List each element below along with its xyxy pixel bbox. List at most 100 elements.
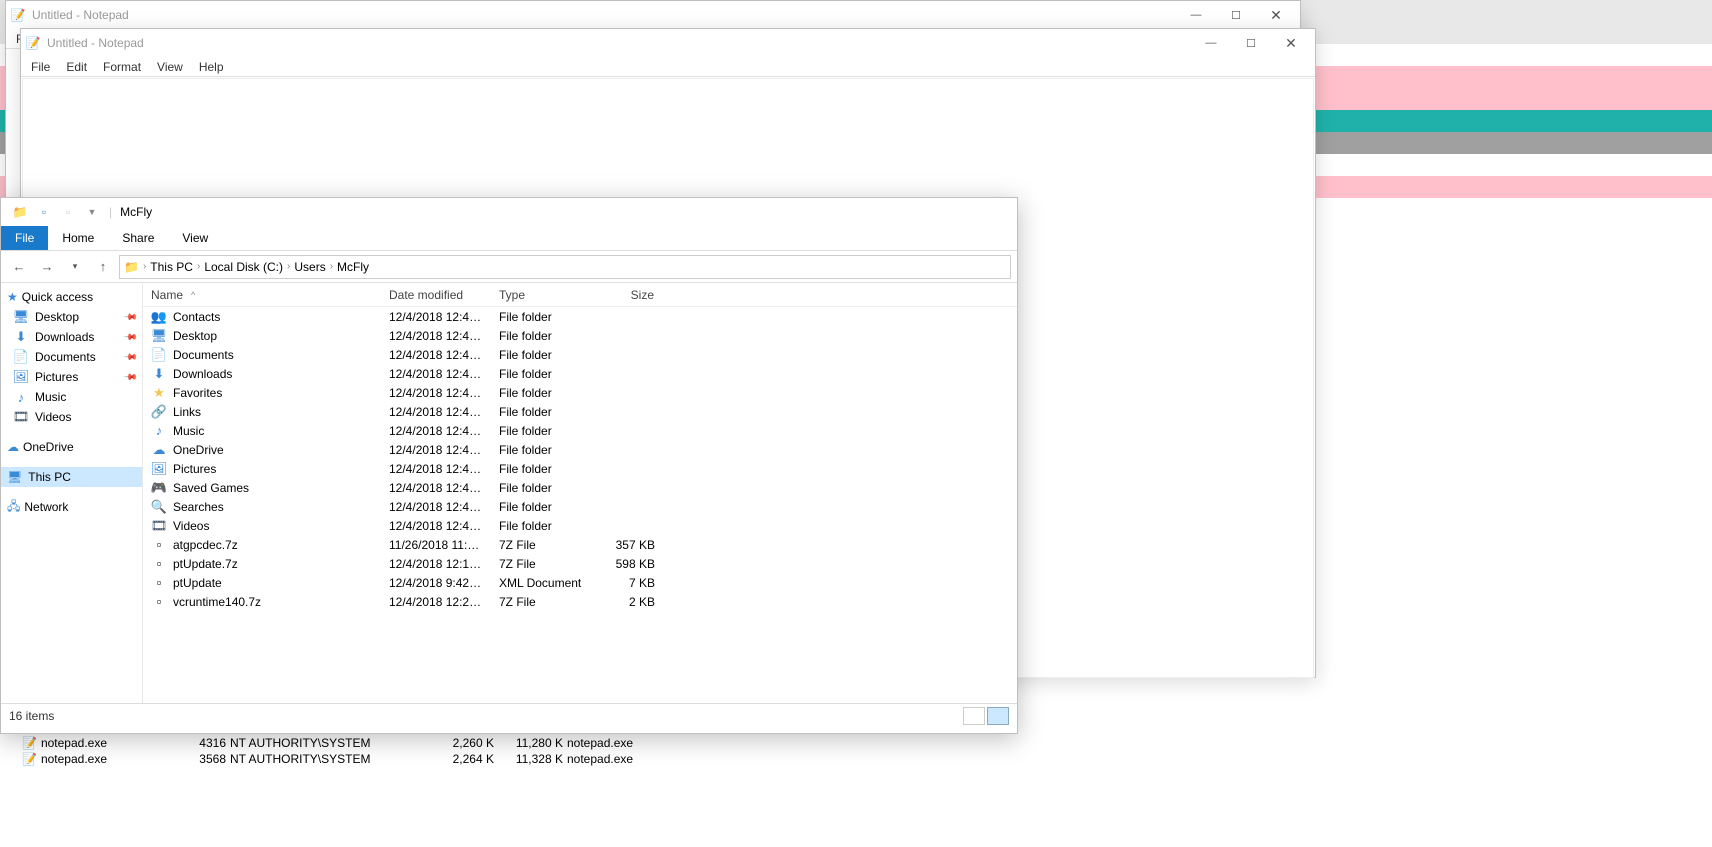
col-type[interactable]: Type	[491, 288, 593, 302]
crumb-mcfly[interactable]: McFly	[337, 260, 369, 274]
proc-pid: 4316	[186, 736, 226, 750]
file-row[interactable]: 🔗Links12/4/2018 12:47 AMFile folder	[143, 402, 1017, 421]
file-date: 12/4/2018 12:47 AM	[381, 405, 491, 419]
file-name: OneDrive	[173, 443, 224, 457]
pin-icon: 📌	[123, 329, 139, 345]
file-icon: ▫	[151, 594, 167, 610]
file-date: 12/4/2018 9:42 AM	[381, 576, 491, 590]
file-row[interactable]: ▫atgpcdec.7z11/26/2018 11:26 …7Z File357…	[143, 535, 1017, 554]
file-row[interactable]: ♪Music12/4/2018 12:47 AMFile folder	[143, 421, 1017, 440]
file-date: 12/4/2018 12:47 AM	[381, 386, 491, 400]
chevron-right-icon[interactable]: ›	[287, 261, 290, 272]
file-row[interactable]: 👥Contacts12/4/2018 12:47 AMFile folder	[143, 307, 1017, 326]
tab-view[interactable]: View	[168, 226, 222, 250]
file-row[interactable]: ▫ptUpdate.7z12/4/2018 12:19 AM7Z File598…	[143, 554, 1017, 573]
qat-newfolder-icon[interactable]: ▫	[57, 201, 79, 223]
file-row[interactable]: 🎮Saved Games12/4/2018 12:47 AMFile folde…	[143, 478, 1017, 497]
file-type: File folder	[491, 329, 593, 343]
chevron-right-icon[interactable]: ›	[197, 261, 200, 272]
file-row[interactable]: 🔍Searches12/4/2018 12:47 AMFile folder	[143, 497, 1017, 516]
nav-item-videos[interactable]: 🎞Videos	[1, 407, 142, 427]
file-icon: 🎮	[151, 480, 167, 496]
menu-edit[interactable]: Edit	[58, 58, 95, 76]
view-details-button[interactable]	[963, 707, 985, 725]
pictures-icon: 🖼	[13, 369, 29, 385]
file-list[interactable]: Name^ Date modified Type Size 👥Contacts1…	[143, 283, 1017, 703]
file-row[interactable]: ▫ptUpdate12/4/2018 9:42 AMXML Document7 …	[143, 573, 1017, 592]
back-button[interactable]: ←	[7, 255, 31, 279]
crumb-thispc[interactable]: This PC	[150, 260, 193, 274]
file-type: 7Z File	[491, 595, 593, 609]
tab-share[interactable]: Share	[108, 226, 168, 250]
crumb-users[interactable]: Users	[294, 260, 325, 274]
file-row[interactable]: 🖼Pictures12/4/2018 12:47 AMFile folder	[143, 459, 1017, 478]
folder-icon[interactable]: 📁	[9, 201, 31, 223]
recent-button[interactable]: ▾	[63, 255, 87, 279]
forward-button[interactable]: →	[35, 255, 59, 279]
nav-pane[interactable]: ★ Quick access 🖥Desktop📌⬇Downloads📌📄Docu…	[1, 283, 143, 703]
titlebar[interactable]: 📝 Untitled - Notepad — ☐ ✕	[6, 1, 1300, 29]
titlebar[interactable]: 📝 Untitled - Notepad — ☐ ✕	[21, 29, 1315, 57]
status-bar: 16 items	[1, 703, 1017, 727]
network-icon: 🖧	[7, 497, 20, 518]
process-list-fragment: 📝notepad.exe4316NT AUTHORITY\SYSTEM2,260…	[2, 735, 702, 767]
col-name[interactable]: Name^	[143, 288, 381, 302]
sort-indicator-icon: ^	[191, 290, 195, 300]
chevron-right-icon[interactable]: ›	[330, 261, 333, 272]
pin-icon: 📌	[123, 309, 139, 325]
breadcrumb[interactable]: 📁 › This PC › Local Disk (C:) › Users › …	[119, 255, 1011, 279]
proc-mem2: 11,328 K	[498, 752, 563, 766]
file-row[interactable]: ⬇Downloads12/4/2018 12:47 AMFile folder	[143, 364, 1017, 383]
file-icon: 🖼	[151, 461, 167, 477]
file-type: 7Z File	[491, 538, 593, 552]
file-row[interactable]: 🎞Videos12/4/2018 12:47 AMFile folder	[143, 516, 1017, 535]
proc-name: notepad.exe	[41, 752, 107, 766]
col-date[interactable]: Date modified	[381, 288, 491, 302]
nav-network[interactable]: 🖧 Network	[1, 497, 142, 517]
file-icon: 🔍	[151, 499, 167, 515]
process-row[interactable]: 📝notepad.exe4316NT AUTHORITY\SYSTEM2,260…	[2, 735, 702, 751]
nav-quick-access[interactable]: ★ Quick access	[1, 287, 142, 307]
nav-item-documents[interactable]: 📄Documents📌	[1, 347, 142, 367]
file-date: 12/4/2018 12:22 AM	[381, 595, 491, 609]
file-name: Searches	[173, 500, 224, 514]
file-row[interactable]: ☁OneDrive12/4/2018 12:48 AMFile folder	[143, 440, 1017, 459]
menu-format[interactable]: Format	[95, 58, 149, 76]
titlebar[interactable]: 📁 ▫ ▫ ▼ | McFly	[1, 198, 1017, 226]
nav-this-pc[interactable]: 🖥 This PC	[1, 467, 142, 487]
up-button[interactable]: ↑	[91, 255, 115, 279]
nav-item-music[interactable]: ♪Music	[1, 387, 142, 407]
maximize-button[interactable]: ☐	[1216, 1, 1256, 29]
file-row[interactable]: ▫vcruntime140.7z12/4/2018 12:22 AM7Z Fil…	[143, 592, 1017, 611]
nav-label: Pictures	[35, 370, 78, 384]
col-size[interactable]: Size	[593, 288, 663, 302]
file-row[interactable]: ★Favorites12/4/2018 12:47 AMFile folder	[143, 383, 1017, 402]
file-type: File folder	[491, 462, 593, 476]
qat-dropdown-icon[interactable]: ▼	[81, 201, 103, 223]
maximize-button[interactable]: ☐	[1231, 29, 1271, 57]
tab-file[interactable]: File	[1, 226, 48, 250]
nav-item-desktop[interactable]: 🖥Desktop📌	[1, 307, 142, 327]
minimize-button[interactable]: —	[1191, 29, 1231, 57]
file-icon: ▫	[151, 575, 167, 591]
nav-onedrive[interactable]: ☁ OneDrive	[1, 437, 142, 457]
menu-file[interactable]: File	[23, 58, 58, 76]
close-button[interactable]: ✕	[1256, 1, 1296, 29]
menu-help[interactable]: Help	[191, 58, 232, 76]
qat-properties-icon[interactable]: ▫	[33, 201, 55, 223]
file-name: ptUpdate	[173, 576, 222, 590]
tab-home[interactable]: Home	[48, 226, 108, 250]
chevron-right-icon[interactable]: ›	[143, 261, 146, 272]
close-button[interactable]: ✕	[1271, 29, 1311, 57]
file-row[interactable]: 🖥Desktop12/4/2018 12:47 AMFile folder	[143, 326, 1017, 345]
file-icon: ▫	[151, 537, 167, 553]
process-row[interactable]: 📝notepad.exe3568NT AUTHORITY\SYSTEM2,264…	[2, 751, 702, 767]
nav-item-pictures[interactable]: 🖼Pictures📌	[1, 367, 142, 387]
minimize-button[interactable]: —	[1176, 1, 1216, 29]
menu-view[interactable]: View	[149, 58, 191, 76]
file-explorer-window[interactable]: 📁 ▫ ▫ ▼ | McFly File Home Share View ← →…	[0, 197, 1018, 734]
view-icons-button[interactable]	[987, 707, 1009, 725]
crumb-drive[interactable]: Local Disk (C:)	[204, 260, 283, 274]
file-row[interactable]: 📄Documents12/4/2018 12:47 AMFile folder	[143, 345, 1017, 364]
nav-item-downloads[interactable]: ⬇Downloads📌	[1, 327, 142, 347]
